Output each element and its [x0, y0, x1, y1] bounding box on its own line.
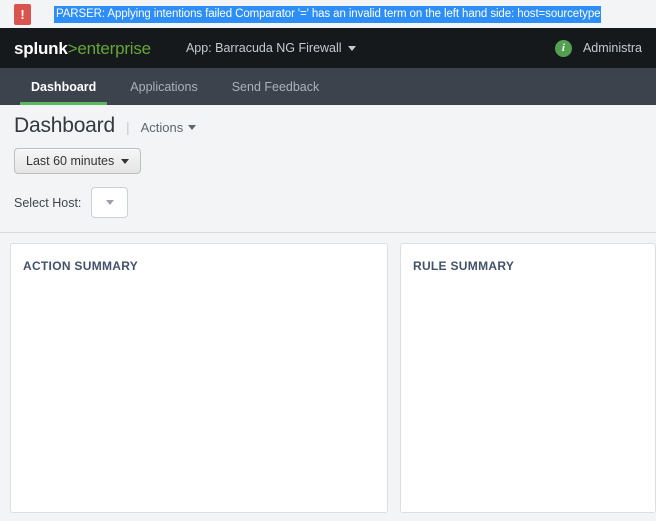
select-host-label: Select Host:: [14, 195, 82, 210]
chevron-down-icon: [188, 125, 197, 130]
app-bar: splunk>enterprise App: Barracuda NG Fire…: [0, 28, 656, 68]
time-range-bar: Last 60 minutes: [0, 138, 656, 174]
splunk-logo[interactable]: splunk>enterprise: [14, 40, 151, 57]
chevron-down-icon: [347, 45, 356, 51]
error-banner: ! PARSER: Applying intentions failed Com…: [0, 0, 656, 28]
page-header-row: Dashboard | Actions: [0, 105, 656, 138]
title-separator: |: [125, 119, 130, 135]
panel-rule-summary-title: RULE SUMMARY: [413, 259, 515, 273]
error-exclamation-icon: !: [14, 3, 31, 25]
chevron-down-icon: [105, 200, 114, 205]
nav-item-send-feedback[interactable]: Send Feedback: [215, 68, 337, 105]
page-title: Dashboard: [14, 114, 115, 137]
panel-action-summary-title: ACTION SUMMARY: [23, 259, 139, 273]
panel-action-summary-body: [11, 273, 387, 512]
nav-item-dashboard-label: Dashboard: [31, 79, 97, 94]
actions-menu-label: Actions: [140, 120, 184, 135]
select-host-dropdown[interactable]: [91, 187, 129, 218]
panel-action-summary: ACTION SUMMARY: [10, 243, 388, 513]
logo-splunk-text: splunk: [14, 38, 68, 58]
app-bar-right-group: i Administra: [554, 39, 642, 57]
logo-product-text: enterprise: [77, 38, 151, 58]
main-navigation: Dashboard Applications Send Feedback: [0, 68, 656, 105]
nav-item-applications-label: Applications: [130, 79, 198, 94]
time-range-picker[interactable]: Last 60 minutes: [14, 148, 142, 174]
chevron-down-icon: [121, 158, 130, 164]
panel-rule-summary: RULE SUMMARY: [400, 243, 656, 513]
nav-item-dashboard[interactable]: Dashboard: [14, 68, 113, 105]
logo-separator: >: [67, 38, 78, 58]
time-range-picker-label: Last 60 minutes: [26, 154, 115, 168]
app-selector-label: App: Barracuda NG Firewall: [185, 41, 342, 55]
nav-item-applications[interactable]: Applications: [113, 68, 214, 105]
page-content: Dashboard | Actions Last 60 minutes Sele…: [0, 105, 656, 513]
dashboard-panel-row: ACTION SUMMARY RULE SUMMARY: [0, 233, 656, 513]
app-selector-dropdown[interactable]: App: Barracuda NG Firewall: [186, 41, 356, 55]
panel-rule-summary-body: [401, 273, 655, 512]
host-filter-row: Select Host:: [0, 174, 656, 218]
error-message: PARSER: Applying intentions failed Compa…: [54, 5, 602, 23]
nav-item-send-feedback-label: Send Feedback: [231, 79, 320, 94]
user-menu[interactable]: Administra: [583, 41, 642, 55]
info-icon[interactable]: i: [554, 39, 572, 57]
actions-menu[interactable]: Actions: [141, 120, 197, 135]
